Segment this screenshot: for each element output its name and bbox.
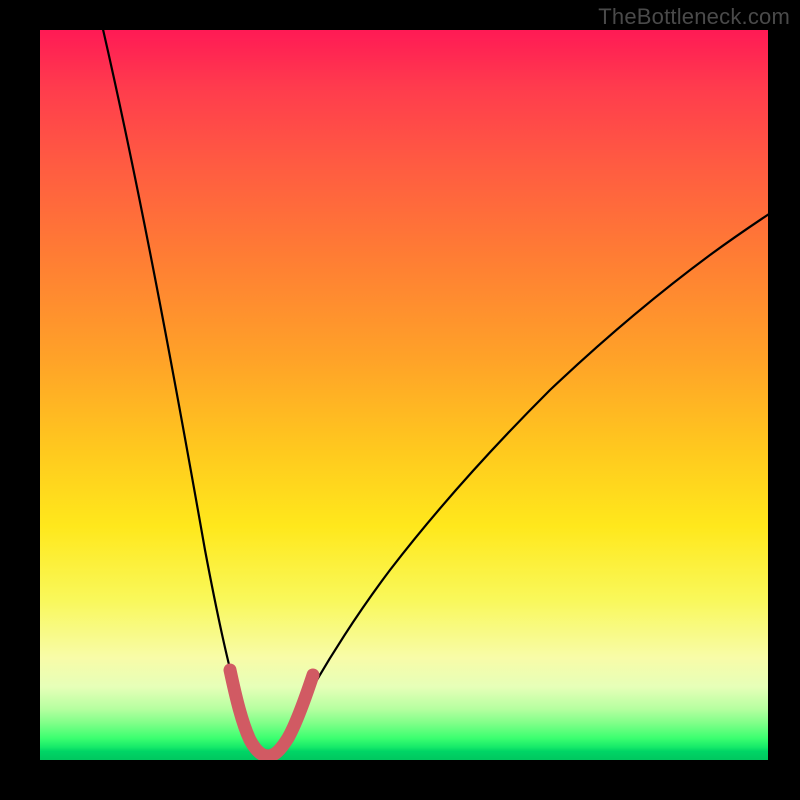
bottleneck-curve [102, 30, 768, 754]
plot-area [40, 30, 768, 760]
bottleneck-curve-svg [40, 30, 768, 760]
highlight-segment [230, 670, 313, 756]
watermark-text: TheBottleneck.com [598, 4, 790, 30]
chart-stage: TheBottleneck.com [0, 0, 800, 800]
